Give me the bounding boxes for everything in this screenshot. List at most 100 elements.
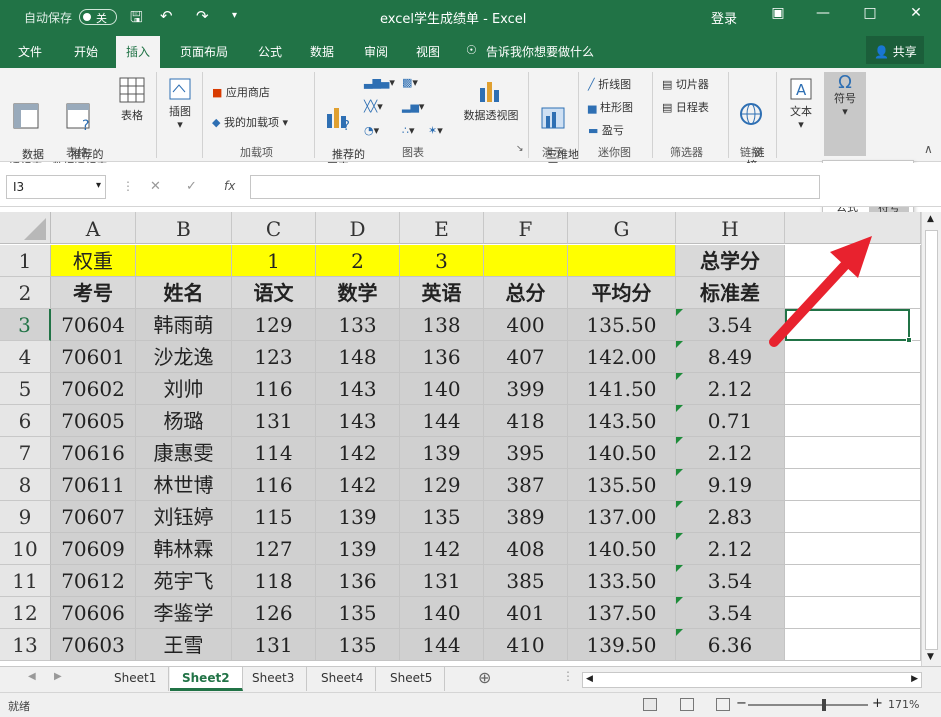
split-handle-icon[interactable]: ⋮: [562, 669, 574, 683]
hierarchy-chart-icon[interactable]: ▩▾: [402, 76, 418, 89]
weight-cell[interactable]: 2: [316, 245, 400, 277]
ribbon-display-icon[interactable]: ▣: [768, 5, 788, 21]
data-cell[interactable]: 70603: [51, 629, 136, 661]
data-cell[interactable]: 3.54: [676, 309, 785, 341]
insert-function-icon[interactable]: fx: [224, 179, 235, 193]
data-cell[interactable]: 142.00: [568, 341, 676, 373]
data-cell[interactable]: 140: [400, 597, 484, 629]
empty-cell[interactable]: [785, 501, 921, 533]
scatter-chart-icon[interactable]: ∴▾: [402, 124, 415, 137]
data-cell[interactable]: 杨璐: [136, 405, 232, 437]
data-cell[interactable]: 142: [316, 469, 400, 501]
column-header[interactable]: A: [51, 212, 136, 244]
data-cell[interactable]: 70601: [51, 341, 136, 373]
sparkline-column-button[interactable]: ▅ 柱形图: [588, 99, 633, 115]
name-box[interactable]: I3 ▾: [6, 175, 106, 199]
weight-cell[interactable]: 权重: [51, 245, 136, 277]
select-all-corner[interactable]: [0, 212, 51, 244]
column-header[interactable]: C: [232, 212, 316, 244]
data-cell[interactable]: 135: [316, 597, 400, 629]
data-cell[interactable]: 418: [484, 405, 568, 437]
data-cell[interactable]: 8.49: [676, 341, 785, 373]
page-layout-view-icon[interactable]: [680, 698, 694, 711]
data-cell[interactable]: 136: [400, 341, 484, 373]
tab-formulas[interactable]: 公式: [258, 43, 282, 60]
data-cell[interactable]: 135: [316, 629, 400, 661]
empty-cell[interactable]: [785, 245, 921, 277]
radar-chart-icon[interactable]: ✶▾: [428, 124, 443, 137]
enter-icon[interactable]: ✓: [186, 179, 197, 194]
sheet-tab[interactable]: Sheet4: [309, 667, 377, 691]
sparkline-line-button[interactable]: ╱ 折线图: [588, 76, 631, 92]
data-cell[interactable]: 129: [232, 309, 316, 341]
data-cell[interactable]: 116: [232, 373, 316, 405]
sheet-tab[interactable]: Sheet2: [170, 667, 243, 691]
data-cell[interactable]: 康惠雯: [136, 437, 232, 469]
data-cell[interactable]: 李鉴学: [136, 597, 232, 629]
column-header[interactable]: F: [484, 212, 568, 244]
data-cell[interactable]: 133: [316, 309, 400, 341]
data-cell[interactable]: 407: [484, 341, 568, 373]
tab-file[interactable]: 文件: [18, 43, 42, 60]
column-chart-icon[interactable]: ▃▆▄▾: [364, 76, 395, 89]
data-cell[interactable]: 148: [316, 341, 400, 373]
data-cell[interactable]: 116: [232, 469, 316, 501]
active-cell[interactable]: [785, 309, 912, 343]
pie-chart-icon[interactable]: ◔▾: [364, 124, 379, 137]
data-cell[interactable]: 142: [400, 533, 484, 565]
collapse-ribbon-icon[interactable]: ∧: [924, 142, 933, 156]
scroll-up-icon[interactable]: ▲: [927, 214, 934, 224]
weight-cell[interactable]: [568, 245, 676, 277]
empty-cell[interactable]: [785, 629, 921, 661]
header-cell[interactable]: 姓名: [136, 277, 232, 309]
data-cell[interactable]: 143: [316, 405, 400, 437]
dialog-launcher-icon[interactable]: ↘: [516, 144, 524, 154]
data-cell[interactable]: 401: [484, 597, 568, 629]
tab-review[interactable]: 审阅: [364, 43, 388, 60]
data-cell[interactable]: 70606: [51, 597, 136, 629]
statistic-chart-icon[interactable]: ▂▅▾: [402, 100, 424, 113]
data-cell[interactable]: 刘钰婷: [136, 501, 232, 533]
row-header[interactable]: 10: [0, 533, 51, 565]
weight-cell[interactable]: 1: [232, 245, 316, 277]
data-cell[interactable]: 135.50: [568, 309, 676, 341]
zoom-level[interactable]: 171%: [888, 698, 919, 711]
prev-sheet-icon[interactable]: ◀: [28, 671, 36, 682]
slicer-button[interactable]: ▤ 切片器: [662, 76, 709, 92]
tab-view[interactable]: 视图: [416, 43, 440, 60]
data-cell[interactable]: 400: [484, 309, 568, 341]
add-sheet-icon[interactable]: ⊕: [478, 668, 491, 687]
maximize-icon[interactable]: □: [860, 5, 880, 21]
data-cell[interactable]: 139.50: [568, 629, 676, 661]
drag-handle-icon[interactable]: ⋮: [122, 179, 134, 193]
data-cell[interactable]: 2.12: [676, 533, 785, 565]
data-cell[interactable]: 王雪: [136, 629, 232, 661]
scroll-right-icon[interactable]: ▶: [911, 674, 918, 684]
row-header[interactable]: 8: [0, 469, 51, 501]
timeline-button[interactable]: ▤ 日程表: [662, 99, 709, 115]
next-sheet-icon[interactable]: ▶: [54, 671, 62, 682]
tell-me-box[interactable]: 告诉我你想要做什么: [486, 43, 594, 60]
pivot-chart-button[interactable]: 数据透视图: [458, 76, 524, 122]
data-cell[interactable]: 408: [484, 533, 568, 565]
sparkline-winloss-button[interactable]: ▬ 盈亏: [588, 122, 624, 138]
data-cell[interactable]: 苑宇飞: [136, 565, 232, 597]
data-cell[interactable]: 410: [484, 629, 568, 661]
vertical-scrollbar[interactable]: ▲ ▼: [921, 212, 941, 666]
weight-cell[interactable]: [484, 245, 568, 277]
data-cell[interactable]: 143.50: [568, 405, 676, 437]
row-header[interactable]: 2: [0, 277, 51, 309]
zoom-out-icon[interactable]: −: [736, 696, 747, 711]
row-header[interactable]: 7: [0, 437, 51, 469]
data-cell[interactable]: 129: [400, 469, 484, 501]
data-cell[interactable]: 140: [400, 373, 484, 405]
sheet-tab[interactable]: Sheet1: [102, 667, 170, 691]
customize-qat-icon[interactable]: ▾: [232, 10, 237, 21]
text-button[interactable]: A 文本 ▾: [782, 76, 820, 131]
redo-icon[interactable]: ↷: [196, 7, 209, 25]
empty-cell[interactable]: [785, 437, 921, 469]
tab-page-layout[interactable]: 页面布局: [180, 43, 228, 60]
weight-cell[interactable]: 3: [400, 245, 484, 277]
header-cell[interactable]: 平均分: [568, 277, 676, 309]
empty-cell[interactable]: [785, 597, 921, 629]
